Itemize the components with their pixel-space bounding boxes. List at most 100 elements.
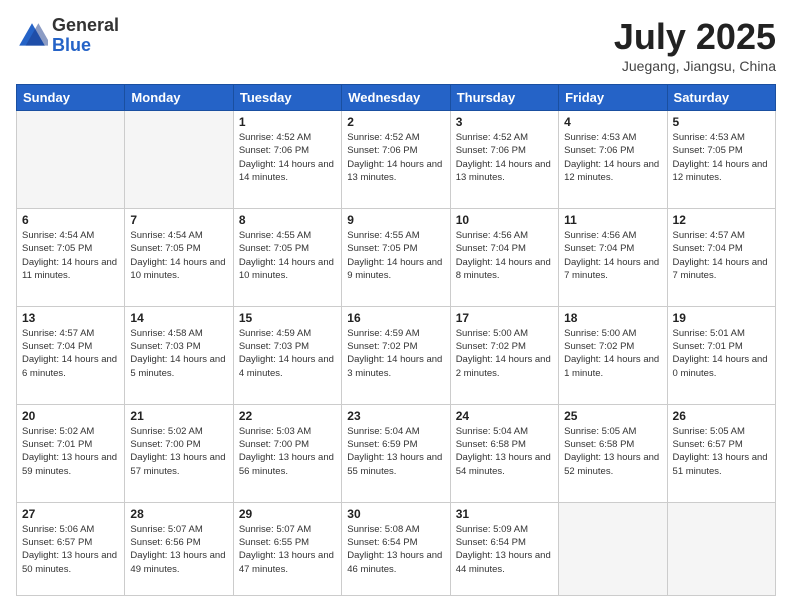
day-number: 9 (347, 213, 444, 227)
title-area: July 2025 Juegang, Jiangsu, China (614, 16, 776, 74)
calendar-cell (667, 502, 775, 595)
day-number: 24 (456, 409, 553, 423)
calendar-cell: 31 Sunrise: 5:09 AMSunset: 6:54 PMDayligh… (450, 502, 558, 595)
weekday-header: Monday (125, 85, 233, 111)
day-info: Sunrise: 4:58 AMSunset: 7:03 PMDaylight:… (130, 327, 227, 380)
day-number: 21 (130, 409, 227, 423)
day-info: Sunrise: 4:52 AMSunset: 7:06 PMDaylight:… (239, 131, 336, 184)
header: General Blue July 2025 Juegang, Jiangsu,… (16, 16, 776, 74)
calendar-cell: 21 Sunrise: 5:02 AMSunset: 7:00 PMDayligh… (125, 404, 233, 502)
calendar-cell: 14 Sunrise: 4:58 AMSunset: 7:03 PMDayligh… (125, 306, 233, 404)
day-info: Sunrise: 5:01 AMSunset: 7:01 PMDaylight:… (673, 327, 770, 380)
calendar-cell: 10Sunrise: 4:56 AMSunset: 7:04 PMDayligh… (450, 208, 558, 306)
day-number: 19 (673, 311, 770, 325)
day-info: Sunrise: 4:52 AMSunset: 7:06 PMDaylight:… (456, 131, 553, 184)
day-info: Sunrise: 4:52 AMSunset: 7:06 PMDaylight:… (347, 131, 444, 184)
calendar-cell: 17 Sunrise: 5:00 AMSunset: 7:02 PMDayligh… (450, 306, 558, 404)
day-info: Sunrise: 5:03 AMSunset: 7:00 PMDaylight:… (239, 425, 336, 478)
calendar-cell: 18Sunrise: 5:00 AMSunset: 7:02 PMDayligh… (559, 306, 667, 404)
day-info: Sunrise: 5:04 AMSunset: 6:58 PMDaylight:… (456, 425, 553, 478)
logo: General Blue (16, 16, 119, 56)
day-number: 31 (456, 507, 553, 521)
day-info: Sunrise: 5:07 AMSunset: 6:56 PMDaylight:… (130, 523, 227, 576)
weekday-header: Sunday (17, 85, 125, 111)
calendar-cell: 7Sunrise: 4:54 AMSunset: 7:05 PMDaylight… (125, 208, 233, 306)
calendar-table: SundayMondayTuesdayWednesdayThursdayFrid… (16, 84, 776, 596)
day-number: 14 (130, 311, 227, 325)
calendar-cell: 30 Sunrise: 5:08 AMSunset: 6:54 PMDayligh… (342, 502, 450, 595)
day-number: 25 (564, 409, 661, 423)
calendar-cell: 28Sunrise: 5:07 AMSunset: 6:56 PMDayligh… (125, 502, 233, 595)
calendar-cell: 5Sunrise: 4:53 AMSunset: 7:05 PMDaylight… (667, 111, 775, 209)
day-info: Sunrise: 4:55 AMSunset: 7:05 PMDaylight:… (347, 229, 444, 282)
day-number: 20 (22, 409, 119, 423)
day-info: Sunrise: 4:55 AMSunset: 7:05 PMDaylight:… (239, 229, 336, 282)
day-info: Sunrise: 5:04 AMSunset: 6:59 PMDaylight:… (347, 425, 444, 478)
weekday-header: Thursday (450, 85, 558, 111)
calendar-cell: 8 Sunrise: 4:55 AMSunset: 7:05 PMDaylight… (233, 208, 341, 306)
logo-text: General Blue (52, 16, 119, 56)
calendar-cell: 27 Sunrise: 5:06 AMSunset: 6:57 PMDayligh… (17, 502, 125, 595)
day-number: 1 (239, 115, 336, 129)
day-number: 16 (347, 311, 444, 325)
day-number: 15 (239, 311, 336, 325)
calendar-week-row: 27 Sunrise: 5:06 AMSunset: 6:57 PMDayligh… (17, 502, 776, 595)
day-info: Sunrise: 5:07 AMSunset: 6:55 PMDaylight:… (239, 523, 336, 576)
calendar-week-row: 1 Sunrise: 4:52 AMSunset: 7:06 PMDaylight… (17, 111, 776, 209)
calendar-cell: 22 Sunrise: 5:03 AMSunset: 7:00 PMDayligh… (233, 404, 341, 502)
day-number: 30 (347, 507, 444, 521)
day-info: Sunrise: 4:59 AMSunset: 7:03 PMDaylight:… (239, 327, 336, 380)
calendar-cell (17, 111, 125, 209)
day-number: 11 (564, 213, 661, 227)
day-info: Sunrise: 5:00 AMSunset: 7:02 PMDaylight:… (456, 327, 553, 380)
day-info: Sunrise: 5:05 AMSunset: 6:58 PMDaylight:… (564, 425, 661, 478)
calendar-cell: 25 Sunrise: 5:05 AMSunset: 6:58 PMDayligh… (559, 404, 667, 502)
calendar-cell: 3 Sunrise: 4:52 AMSunset: 7:06 PMDaylight… (450, 111, 558, 209)
day-info: Sunrise: 4:59 AMSunset: 7:02 PMDaylight:… (347, 327, 444, 380)
calendar-cell (125, 111, 233, 209)
day-number: 4 (564, 115, 661, 129)
day-number: 29 (239, 507, 336, 521)
day-info: Sunrise: 4:57 AMSunset: 7:04 PMDaylight:… (673, 229, 770, 282)
calendar-cell: 23 Sunrise: 5:04 AMSunset: 6:59 PMDayligh… (342, 404, 450, 502)
day-number: 8 (239, 213, 336, 227)
calendar-cell: 19 Sunrise: 5:01 AMSunset: 7:01 PMDayligh… (667, 306, 775, 404)
day-number: 27 (22, 507, 119, 521)
calendar-week-row: 20 Sunrise: 5:02 AMSunset: 7:01 PMDayligh… (17, 404, 776, 502)
day-number: 23 (347, 409, 444, 423)
page: General Blue July 2025 Juegang, Jiangsu,… (0, 0, 792, 612)
day-info: Sunrise: 5:08 AMSunset: 6:54 PMDaylight:… (347, 523, 444, 576)
day-number: 2 (347, 115, 444, 129)
day-number: 17 (456, 311, 553, 325)
day-info: Sunrise: 5:02 AMSunset: 7:01 PMDaylight:… (22, 425, 119, 478)
logo-icon (16, 20, 48, 52)
day-number: 22 (239, 409, 336, 423)
calendar-cell: 11 Sunrise: 4:56 AMSunset: 7:04 PMDayligh… (559, 208, 667, 306)
day-info: Sunrise: 5:02 AMSunset: 7:00 PMDaylight:… (130, 425, 227, 478)
calendar-cell: 4 Sunrise: 4:53 AMSunset: 7:06 PMDaylight… (559, 111, 667, 209)
weekday-header: Saturday (667, 85, 775, 111)
calendar-cell (559, 502, 667, 595)
calendar-cell: 6Sunrise: 4:54 AMSunset: 7:05 PMDaylight… (17, 208, 125, 306)
calendar-week-row: 6Sunrise: 4:54 AMSunset: 7:05 PMDaylight… (17, 208, 776, 306)
day-info: Sunrise: 5:09 AMSunset: 6:54 PMDaylight:… (456, 523, 553, 576)
weekday-header: Wednesday (342, 85, 450, 111)
day-info: Sunrise: 5:00 AMSunset: 7:02 PMDaylight:… (564, 327, 661, 380)
logo-general: General (52, 16, 119, 36)
calendar-cell: 9 Sunrise: 4:55 AMSunset: 7:05 PMDaylight… (342, 208, 450, 306)
day-number: 12 (673, 213, 770, 227)
day-info: Sunrise: 4:53 AMSunset: 7:06 PMDaylight:… (564, 131, 661, 184)
calendar-cell: 2 Sunrise: 4:52 AMSunset: 7:06 PMDaylight… (342, 111, 450, 209)
calendar-cell: 1 Sunrise: 4:52 AMSunset: 7:06 PMDaylight… (233, 111, 341, 209)
calendar-cell: 16 Sunrise: 4:59 AMSunset: 7:02 PMDayligh… (342, 306, 450, 404)
calendar-week-row: 13Sunrise: 4:57 AMSunset: 7:04 PMDayligh… (17, 306, 776, 404)
calendar-cell: 29 Sunrise: 5:07 AMSunset: 6:55 PMDayligh… (233, 502, 341, 595)
day-number: 3 (456, 115, 553, 129)
day-info: Sunrise: 4:57 AMSunset: 7:04 PMDaylight:… (22, 327, 119, 380)
calendar-cell: 26Sunrise: 5:05 AMSunset: 6:57 PMDayligh… (667, 404, 775, 502)
day-info: Sunrise: 5:05 AMSunset: 6:57 PMDaylight:… (673, 425, 770, 478)
day-info: Sunrise: 5:06 AMSunset: 6:57 PMDaylight:… (22, 523, 119, 576)
day-info: Sunrise: 4:54 AMSunset: 7:05 PMDaylight:… (130, 229, 227, 282)
day-info: Sunrise: 4:56 AMSunset: 7:04 PMDaylight:… (564, 229, 661, 282)
calendar-cell: 13Sunrise: 4:57 AMSunset: 7:04 PMDayligh… (17, 306, 125, 404)
